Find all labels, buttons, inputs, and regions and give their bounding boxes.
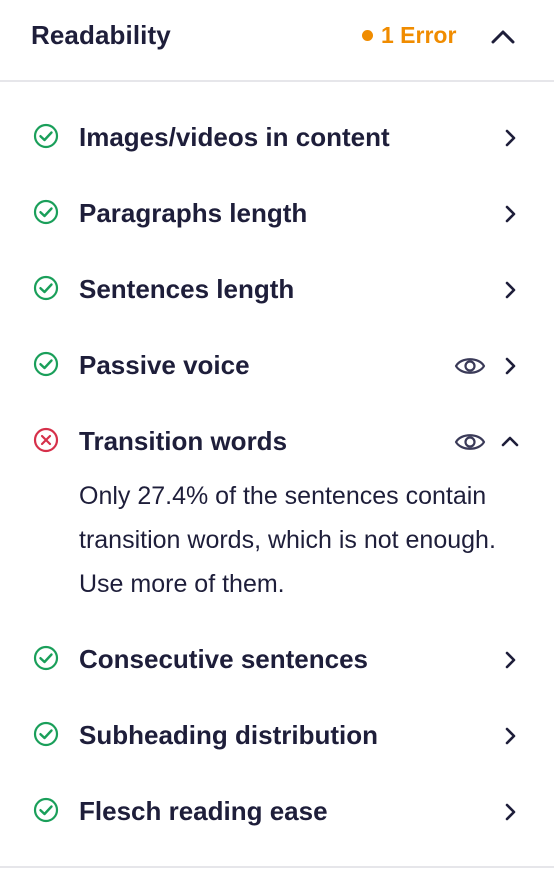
check-circle-icon — [33, 721, 59, 747]
chevron-up-icon[interactable] — [498, 430, 522, 454]
x-circle-icon — [33, 427, 59, 453]
check-item-label: Transition words — [79, 426, 288, 456]
eye-icon[interactable] — [454, 430, 486, 454]
check-item-label: Passive voice — [79, 350, 250, 380]
chevron-right-icon[interactable] — [498, 800, 522, 824]
chevron-right-icon[interactable] — [498, 278, 522, 302]
error-count-badge: 1 Error — [362, 22, 456, 49]
chevron-right-icon[interactable] — [498, 202, 522, 226]
chevron-up-icon — [491, 30, 515, 44]
check-item-images-videos[interactable]: Images/videos in content — [0, 112, 554, 162]
chevron-right-icon[interactable] — [498, 354, 522, 378]
check-item-label: Images/videos in content — [79, 122, 390, 152]
check-item-label: Flesch reading ease — [79, 796, 328, 826]
check-item-flesch-reading-ease[interactable]: Flesch reading ease — [0, 786, 554, 836]
check-item-sentences-length[interactable]: Sentences length — [0, 264, 554, 314]
collapse-section-button[interactable] — [487, 22, 519, 52]
check-item-label: Paragraphs length — [79, 198, 308, 228]
check-circle-icon — [33, 797, 59, 823]
eye-icon[interactable] — [454, 354, 486, 378]
check-circle-icon — [33, 351, 59, 377]
check-item-description: Only 27.4% of the sentences contain tran… — [79, 482, 496, 598]
error-dot-icon — [362, 30, 373, 41]
check-item-passive-voice[interactable]: Passive voice — [0, 340, 554, 390]
readability-header[interactable]: Readability 1 Error — [0, 0, 554, 82]
check-circle-icon — [33, 275, 59, 301]
check-item-subheading-distribution[interactable]: Subheading distribution — [0, 710, 554, 760]
chevron-right-icon[interactable] — [498, 724, 522, 748]
error-count-label: 1 Error — [381, 22, 457, 48]
check-item-label: Subheading distribution — [79, 720, 378, 750]
chevron-right-icon[interactable] — [498, 648, 522, 672]
chevron-right-icon[interactable] — [498, 126, 522, 150]
check-circle-icon — [33, 645, 59, 671]
bottom-divider — [0, 866, 554, 868]
check-item-label: Consecutive sentences — [79, 644, 369, 674]
check-circle-icon — [33, 123, 59, 149]
check-item-consecutive-sentences[interactable]: Consecutive sentences — [0, 634, 554, 684]
check-item-label: Sentences length — [79, 274, 295, 304]
section-title: Readability — [31, 20, 171, 50]
check-item-transition-words[interactable]: Transition words Only 27.4% of the sente… — [0, 416, 554, 606]
check-item-paragraphs-length[interactable]: Paragraphs length — [0, 188, 554, 238]
check-circle-icon — [33, 199, 59, 225]
